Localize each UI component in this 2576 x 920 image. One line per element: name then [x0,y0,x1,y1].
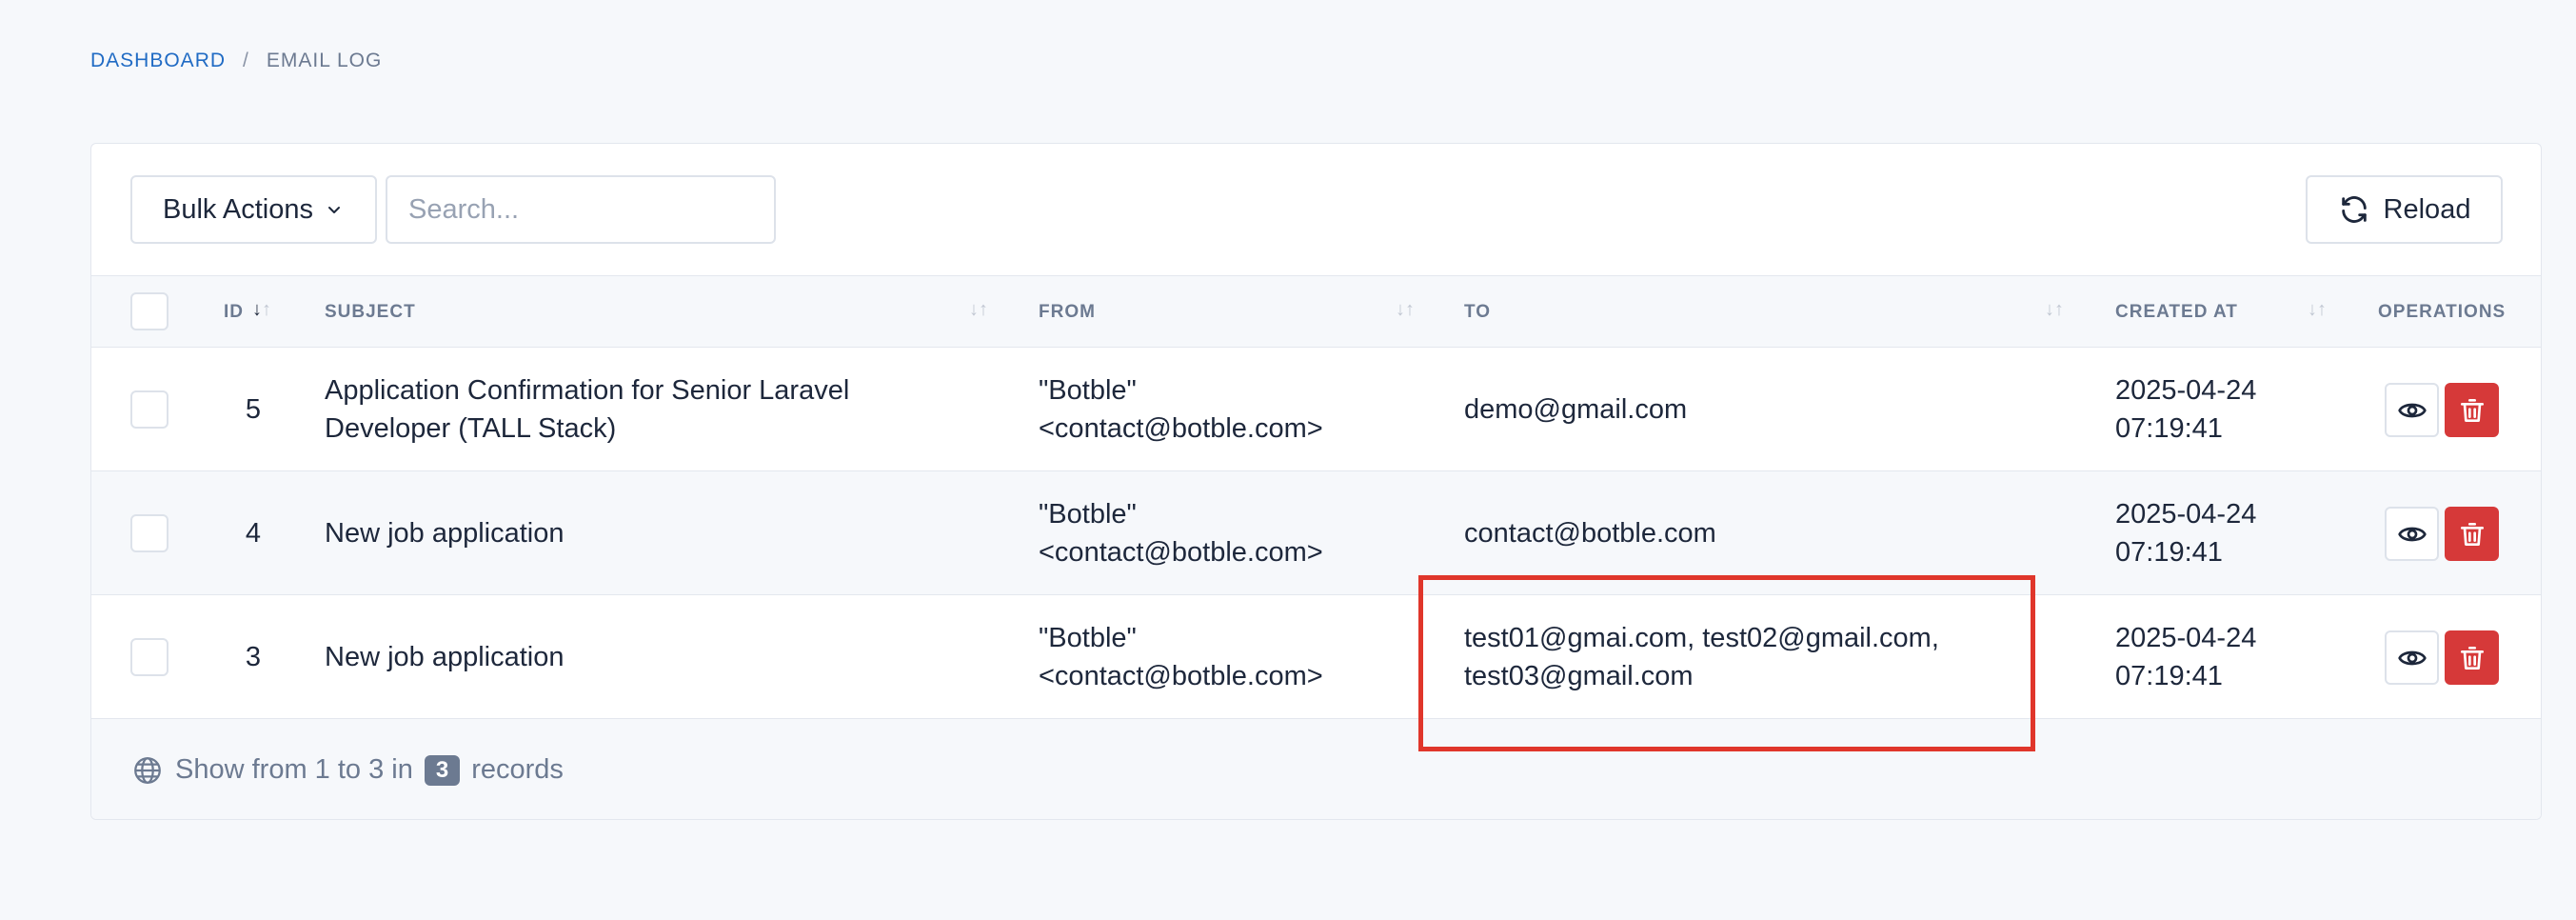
cell-id: 4 [245,518,262,549]
reload-icon [2341,196,2367,223]
column-header-created-at-label: Created At [2115,302,2238,322]
breadcrumb-current: Email Log [266,50,383,71]
eye-icon [2397,650,2427,665]
cell-id: 5 [245,394,262,425]
cell-subject: Application Confirmation for Senior Lara… [325,348,972,471]
table-header: ID ↓↑ Subject ↓↑ From ↓↑ To ↓↑ Created A… [91,275,2541,348]
cell-created-at: 2025-04-24 07:19:41 [2115,348,2344,471]
table-row: 3 New job application "Botble" <contact@b… [91,595,2541,719]
search-input[interactable] [408,193,767,226]
email-log-card: Bulk Actions Reload ID [90,143,2542,820]
breadcrumb-dashboard-link[interactable]: Dashboard [90,50,226,72]
view-button[interactable] [2385,630,2439,685]
cell-from: "Botble" <contact@botble.com> [1039,348,1419,471]
cell-from: "Botble" <contact@botble.com> [1039,595,1419,719]
bulk-actions-button[interactable]: Bulk Actions [130,175,377,244]
sort-icon[interactable]: ↓↑ [969,299,988,321]
delete-button[interactable] [2445,630,2499,685]
to-line: demo@gmail.com [1464,394,1688,425]
column-header-operations: Operations [2378,276,2506,349]
table-toolbar: Bulk Actions Reload [91,144,2541,275]
cell-subject: New job application [325,595,972,719]
trash-icon [2460,522,2484,546]
subject-line: New job application [325,518,565,549]
cell-id: 3 [245,642,262,672]
delete-button[interactable] [2445,383,2499,437]
table-row: 5 Application Confirmation for Senior La… [91,348,2541,471]
from-address: <contact@botble.com> [1039,537,1323,568]
select-all-checkbox[interactable] [130,292,168,330]
from-name: "Botble" [1039,623,1137,653]
column-header-from[interactable]: From [1039,276,1096,349]
from-address: <contact@botble.com> [1039,661,1323,691]
to-line: contact@botble.com [1464,518,1716,549]
eye-icon [2397,527,2427,541]
column-header-operations-label: Operations [2378,302,2507,322]
subject-line: Developer (TALL Stack) [325,413,617,444]
column-header-id-label: ID [224,302,244,322]
breadcrumb: Dashboard / Email Log [90,50,382,72]
records-summary-suffix: records [471,754,564,785]
column-header-created-at[interactable]: Created At [2115,276,2238,349]
column-header-from-label: From [1039,302,1096,322]
trash-icon [2460,646,2484,670]
table-row: 4 New job application "Botble" <contact@b… [91,471,2541,595]
view-button[interactable] [2385,507,2439,561]
sort-icon[interactable]: ↓↑ [2308,299,2327,321]
search-field [386,175,776,244]
created-date: 2025-04-24 [2115,499,2257,530]
column-header-to[interactable]: To [1464,276,1491,349]
column-header-id[interactable]: ID [224,276,244,349]
column-header-subject[interactable]: Subject [325,276,416,349]
cell-from: "Botble" <contact@botble.com> [1039,471,1419,595]
delete-button[interactable] [2445,507,2499,561]
cell-subject: New job application [325,471,972,595]
sort-icon[interactable]: ↓↑ [2045,299,2064,321]
column-header-subject-label: Subject [325,302,416,322]
view-button[interactable] [2385,383,2439,437]
highlight-box [1418,575,2035,751]
row-checkbox[interactable] [130,514,168,552]
row-checkbox[interactable] [130,638,168,676]
cell-created-at: 2025-04-24 07:19:41 [2115,595,2344,719]
subject-line: Application Confirmation for Senior Lara… [325,375,850,406]
created-time: 07:19:41 [2115,537,2223,568]
column-header-to-label: To [1464,302,1492,322]
breadcrumb-separator: / [243,50,249,71]
created-time: 07:19:41 [2115,413,2223,444]
created-date: 2025-04-24 [2115,375,2257,406]
records-summary-prefix: Show from 1 to 3 in [175,754,413,785]
reload-button[interactable]: Reload [2306,175,2503,244]
from-name: "Botble" [1039,499,1137,530]
table-footer: Show from 1 to 3 in 3 records [91,719,2541,819]
from-address: <contact@botble.com> [1039,413,1323,444]
bulk-actions-label: Bulk Actions [163,193,313,225]
trash-icon [2460,398,2484,422]
cell-created-at: 2025-04-24 07:19:41 [2115,471,2344,595]
cell-to: demo@gmail.com [1464,348,2054,471]
records-count-badge: 3 [424,754,461,786]
created-date: 2025-04-24 [2115,623,2257,653]
subject-line: New job application [325,642,565,672]
eye-icon [2397,403,2427,417]
sort-icon[interactable]: ↓↑ [1396,299,1415,321]
from-name: "Botble" [1039,375,1137,406]
sort-icon[interactable]: ↓↑ [252,299,271,321]
chevron-down-icon [327,207,340,213]
reload-label: Reload [2383,193,2471,225]
created-time: 07:19:41 [2115,661,2223,691]
globe-icon [134,756,161,784]
row-checkbox[interactable] [130,390,168,429]
